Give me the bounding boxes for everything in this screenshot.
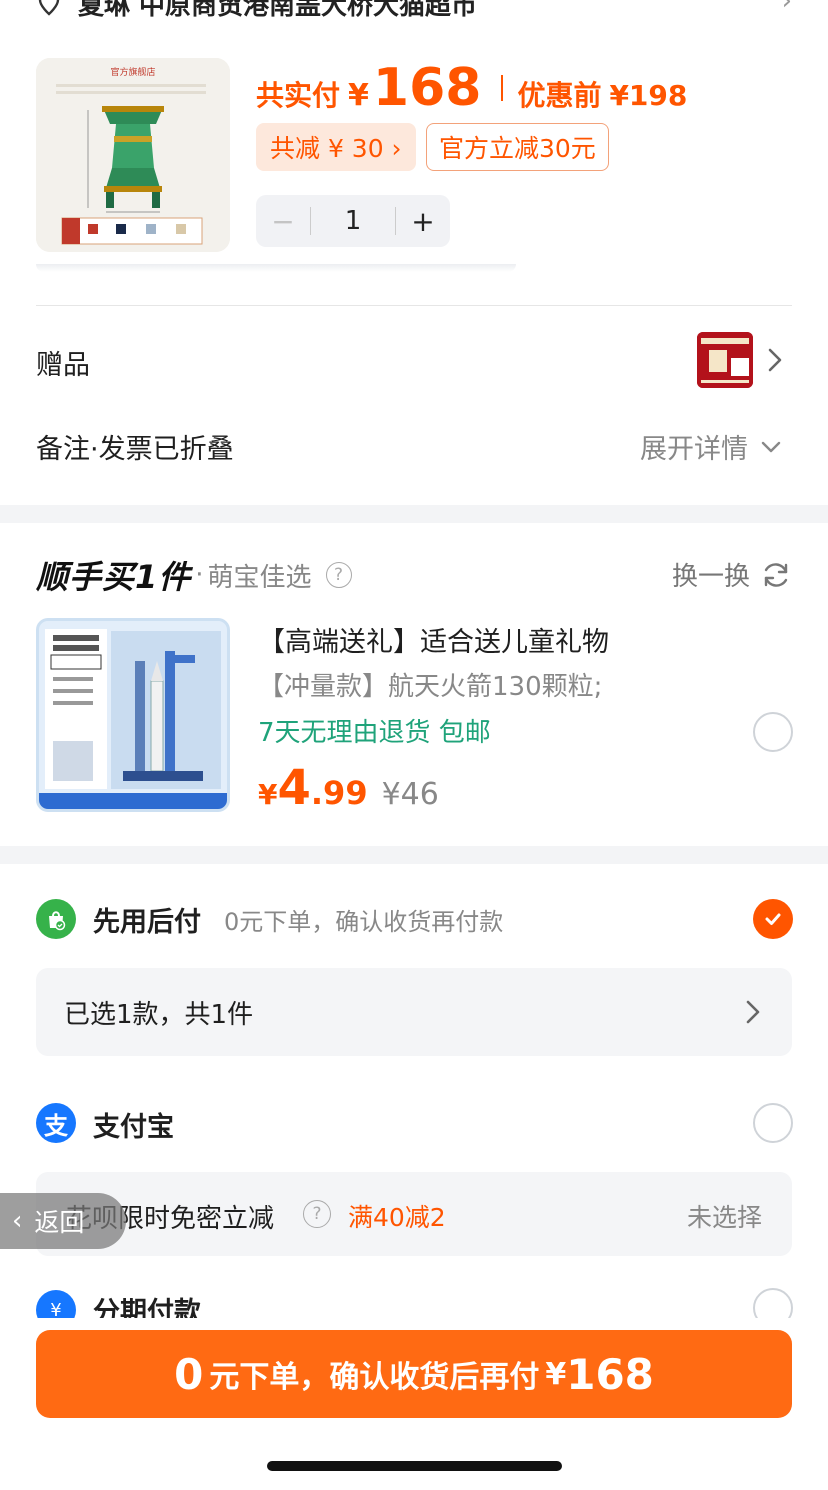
increase-button[interactable]: +	[396, 205, 450, 238]
total-discount-chip[interactable]: 共减 ¥ 30 ›	[256, 123, 416, 171]
pre-discount-label: 优惠前	[517, 79, 602, 112]
refresh-icon	[764, 562, 788, 587]
quantity-value[interactable]: 1	[311, 206, 395, 236]
pay-later-label[interactable]: 先用后付	[93, 900, 201, 939]
decrease-button[interactable]: −	[256, 205, 310, 238]
selected-items-row[interactable]: 已选1款，共1件	[36, 968, 792, 1056]
product-image[interactable]: 官方旗舰店	[36, 58, 230, 252]
upsell-title: 顺手买1件	[36, 558, 192, 596]
expand-details-button[interactable]: 展开详情	[640, 427, 786, 466]
upsell-product-image[interactable]	[36, 618, 230, 812]
pre-discount-price: ¥198	[609, 79, 688, 112]
back-button[interactable]: ‹ 返回	[0, 1193, 126, 1249]
upsell-price: ¥ 4 .99 ¥46	[258, 760, 439, 816]
chevron-down-icon	[761, 441, 781, 452]
help-icon[interactable]: ?	[325, 562, 352, 588]
upsell-subtitle: 萌宝佳选	[207, 562, 312, 593]
address-row[interactable]: 夏琳 中原商贸港南盖大桥大猫超市 ›	[36, 0, 792, 21]
price-line: 共实付 ¥ 168 优惠前 ¥198	[256, 58, 687, 118]
chevron-right-icon	[746, 1000, 760, 1024]
vase-model-illustration: 官方旗舰店	[36, 58, 230, 252]
location-pin-icon	[38, 0, 60, 16]
pay-later-desc: 0元下单，确认收货再付款	[224, 908, 504, 936]
upsell-select-radio[interactable]	[753, 712, 793, 752]
help-icon[interactable]: ?	[303, 1200, 331, 1228]
gift-thumbnail[interactable]	[697, 332, 753, 388]
svg-text:官方旗舰店: 官方旗舰店	[110, 66, 155, 78]
upsell-price-currency: ¥	[258, 778, 278, 811]
swap-button[interactable]: 换一换	[672, 556, 792, 593]
chevron-left-icon: ‹	[12, 1206, 23, 1236]
official-discount-chip: 官方立减30元	[426, 123, 609, 171]
huabei-status[interactable]: 未选择	[687, 1198, 762, 1234]
cta-zero: 0	[174, 1349, 204, 1399]
alipay-icon: 支	[36, 1103, 76, 1143]
section-gap	[0, 846, 828, 864]
quantity-stepper: − 1 +	[256, 195, 450, 247]
gift-label: 赠品	[36, 350, 90, 381]
section-gap	[0, 505, 828, 523]
upsell-price-int: 4	[277, 760, 311, 816]
card-edge	[36, 264, 516, 272]
upsell-header: 顺手买1件 · 萌宝佳选 ?	[36, 552, 352, 598]
title-dot: ·	[195, 560, 204, 590]
chevron-right-icon: ›	[781, 0, 792, 16]
address-text: 夏琳 中原商贸港南盖大桥大猫超市	[78, 0, 478, 21]
upsell-original-price: ¥46	[381, 777, 439, 812]
cta-amount: 168	[566, 1349, 654, 1399]
price-divider	[501, 75, 504, 101]
divider	[36, 305, 792, 306]
rocket-model-illustration	[39, 621, 227, 809]
back-label: 返回	[34, 1208, 85, 1237]
chevron-right-icon	[768, 348, 782, 372]
alipay-label[interactable]: 支付宝	[93, 1105, 174, 1144]
upsell-price-dec: .99	[310, 774, 368, 812]
upsell-product-desc: 【冲量款】航天火箭130颗粒;	[258, 672, 603, 702]
cta-currency: ¥	[545, 1356, 567, 1392]
pay-later-icon	[36, 899, 76, 939]
swap-label: 换一换	[671, 562, 750, 592]
selected-summary: 已选1款，共1件	[64, 999, 254, 1030]
pay-currency: ¥	[348, 78, 369, 113]
notes-label: 备注·发票已折叠	[36, 434, 234, 465]
alipay-radio[interactable]	[753, 1103, 793, 1143]
check-icon	[765, 913, 781, 925]
pay-amount: 168	[372, 58, 482, 118]
cta-text: 元下单，确认收货后再付	[209, 1360, 540, 1395]
upsell-product-name[interactable]: 【高端送礼】适合送儿童礼物	[258, 620, 609, 659]
huabei-promo: 满40减2	[348, 1203, 446, 1232]
home-indicator[interactable]	[267, 1461, 562, 1471]
pay-later-radio-checked[interactable]	[753, 899, 793, 939]
gift-box-icon	[697, 332, 753, 388]
expand-details-label: 展开详情	[640, 434, 748, 465]
upsell-service-tags: 7天无理由退货 包邮	[258, 718, 491, 748]
submit-order-button[interactable]: 0 元下单，确认收货后再付 ¥ 168	[36, 1330, 792, 1418]
pay-label: 共实付	[256, 79, 341, 112]
